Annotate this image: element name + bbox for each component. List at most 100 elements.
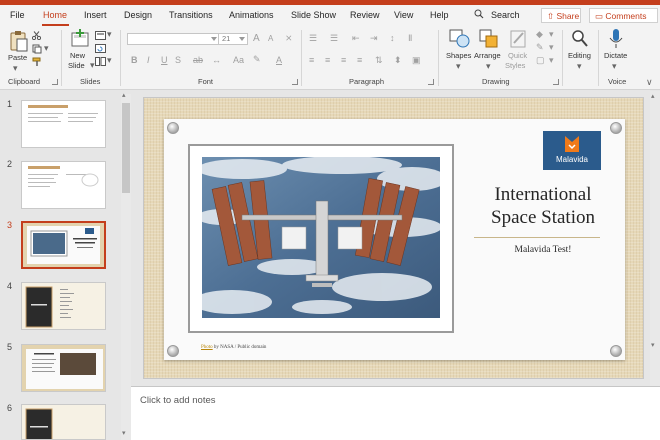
format-painter-icon[interactable] <box>32 57 42 67</box>
smartart-icon[interactable]: ▣ <box>412 55 421 66</box>
clipboard-dialog-launcher[interactable] <box>52 79 58 85</box>
align-center-icon[interactable]: ≡ <box>325 55 330 65</box>
copy-dropdown-icon[interactable]: ▾ <box>44 43 49 54</box>
tab-design[interactable]: Design <box>124 10 152 20</box>
shadow-button[interactable]: S <box>175 55 181 65</box>
slide-title[interactable]: International Space Station <box>462 183 624 229</box>
chevron-down-icon[interactable]: ▾ <box>549 42 554 53</box>
font-size-combo[interactable]: 21 <box>218 33 248 45</box>
share-button[interactable]: ⇧ Share <box>541 8 581 23</box>
editor-scrollbar[interactable]: ▴ ▾ <box>650 91 660 386</box>
tab-slide-show[interactable]: Slide Show <box>291 10 336 20</box>
bullets-icon[interactable]: ☰ <box>309 33 317 44</box>
increase-indent-icon[interactable]: ⇥ <box>370 33 378 44</box>
font-dialog-launcher[interactable] <box>292 79 298 85</box>
align-right-icon[interactable]: ≡ <box>341 55 346 65</box>
bold-button[interactable]: B <box>131 55 138 65</box>
paragraph-dialog-launcher[interactable] <box>428 79 434 85</box>
new-slide-label-1[interactable]: New <box>70 51 85 60</box>
shapes-label[interactable]: Shapes <box>446 51 471 60</box>
photo-frame[interactable] <box>188 144 454 333</box>
notes-placeholder[interactable]: Click to add notes <box>140 395 216 406</box>
search-icon[interactable] <box>474 9 484 19</box>
section-dropdown-icon[interactable]: ▾ <box>107 55 112 66</box>
line-spacing-icon[interactable]: ↕ <box>390 33 395 43</box>
align-text-icon[interactable]: ⬍ <box>394 55 402 66</box>
new-slide-icon[interactable] <box>70 29 90 49</box>
dictate-dropdown-icon[interactable]: ▾ <box>612 61 617 72</box>
tab-file[interactable]: File <box>10 10 25 20</box>
columns-icon[interactable]: Ⅱ <box>408 33 412 44</box>
paste-label[interactable]: Paste <box>8 53 27 62</box>
thumbnails-scrollbar[interactable]: ▴ ▾ <box>121 91 131 440</box>
notes-pane[interactable]: Click to add notes <box>131 386 660 440</box>
align-left-icon[interactable]: ≡ <box>309 55 314 65</box>
slide-thumbnail-3[interactable] <box>21 221 106 269</box>
quick-styles-label-2[interactable]: Styles <box>505 61 525 70</box>
credit-link[interactable]: Photo <box>201 345 213 350</box>
editing-label[interactable]: Editing <box>568 51 591 60</box>
space-station-photo[interactable] <box>202 157 440 318</box>
tab-view[interactable]: View <box>394 10 413 20</box>
justify-icon[interactable]: ≡ <box>357 55 362 65</box>
character-spacing-icon[interactable]: ↔ <box>212 55 221 65</box>
paste-dropdown-icon[interactable]: ▾ <box>13 63 18 74</box>
decrease-indent-icon[interactable]: ⇤ <box>352 33 360 44</box>
shape-fill-icon[interactable]: ◆ <box>536 29 543 40</box>
shrink-font-icon[interactable]: A <box>268 34 273 43</box>
new-slide-label-2[interactable]: Slide <box>68 61 85 70</box>
strikethrough-button[interactable]: ab <box>193 55 203 65</box>
grow-font-icon[interactable]: A <box>253 33 260 44</box>
scroll-down-icon[interactable]: ▾ <box>122 429 126 437</box>
chevron-down-icon[interactable]: ▾ <box>549 55 554 66</box>
clear-formatting-icon[interactable]: ⨯ <box>285 33 293 44</box>
editing-dropdown-icon[interactable]: ▾ <box>577 61 582 72</box>
arrange-dropdown-icon[interactable]: ▾ <box>486 61 491 72</box>
layout-dropdown-icon[interactable]: ▾ <box>107 29 112 40</box>
tab-transitions[interactable]: Transitions <box>169 10 213 20</box>
arrange-label[interactable]: Arrange <box>474 51 501 60</box>
scrollbar-thumb[interactable] <box>122 103 130 193</box>
quick-styles-icon[interactable] <box>509 29 529 49</box>
slide-thumbnail-5[interactable] <box>21 344 106 392</box>
layout-icon[interactable] <box>95 31 106 40</box>
section-icon[interactable] <box>95 57 106 66</box>
slide-thumbnail-6[interactable] <box>21 404 106 440</box>
collapse-ribbon-icon[interactable]: ∨ <box>646 77 653 88</box>
tab-review[interactable]: Review <box>350 10 380 20</box>
text-direction-icon[interactable]: ⇅ <box>375 55 383 66</box>
slide-thumbnail-2[interactable] <box>21 161 106 209</box>
slide-subtitle[interactable]: Malavida Test! <box>462 245 624 255</box>
tab-animations[interactable]: Animations <box>229 10 274 20</box>
highlight-icon[interactable]: ✎ <box>253 54 261 65</box>
reset-slide-icon[interactable] <box>95 44 106 53</box>
current-slide[interactable]: Photo by NASA / Public domain Malavida I… <box>143 97 644 379</box>
scroll-up-icon[interactable]: ▴ <box>651 92 655 100</box>
scroll-down-icon[interactable]: ▾ <box>651 341 655 349</box>
shapes-dropdown-icon[interactable]: ▾ <box>456 61 461 72</box>
underline-button[interactable]: U <box>161 55 168 65</box>
dictate-label[interactable]: Dictate <box>604 51 627 60</box>
scroll-up-icon[interactable]: ▴ <box>122 91 126 99</box>
tab-home[interactable]: Home <box>43 10 67 20</box>
shapes-icon[interactable] <box>449 29 471 49</box>
change-case-icon[interactable]: Aa <box>233 55 244 65</box>
italic-button[interactable]: I <box>147 55 150 65</box>
cut-icon[interactable] <box>32 31 41 40</box>
shape-effects-icon[interactable]: ▢ <box>536 55 545 66</box>
font-name-combo[interactable] <box>127 33 220 45</box>
slide-thumbnail-4[interactable] <box>21 282 106 330</box>
tab-help[interactable]: Help <box>430 10 449 20</box>
drawing-dialog-launcher[interactable] <box>553 79 559 85</box>
font-color-icon[interactable]: A <box>276 55 282 65</box>
paste-icon[interactable] <box>9 30 29 52</box>
copy-icon[interactable] <box>32 44 42 54</box>
microphone-icon[interactable] <box>608 28 624 50</box>
arrange-icon[interactable] <box>479 29 499 49</box>
comments-button[interactable]: ▭ Comments <box>589 8 658 23</box>
shape-outline-icon[interactable]: ✎ <box>536 42 544 53</box>
numbering-icon[interactable]: ☰ <box>330 33 338 44</box>
editing-icon[interactable] <box>571 29 589 49</box>
chevron-down-icon[interactable]: ▾ <box>549 29 554 40</box>
new-slide-dropdown-icon[interactable]: ▾ <box>90 60 95 71</box>
